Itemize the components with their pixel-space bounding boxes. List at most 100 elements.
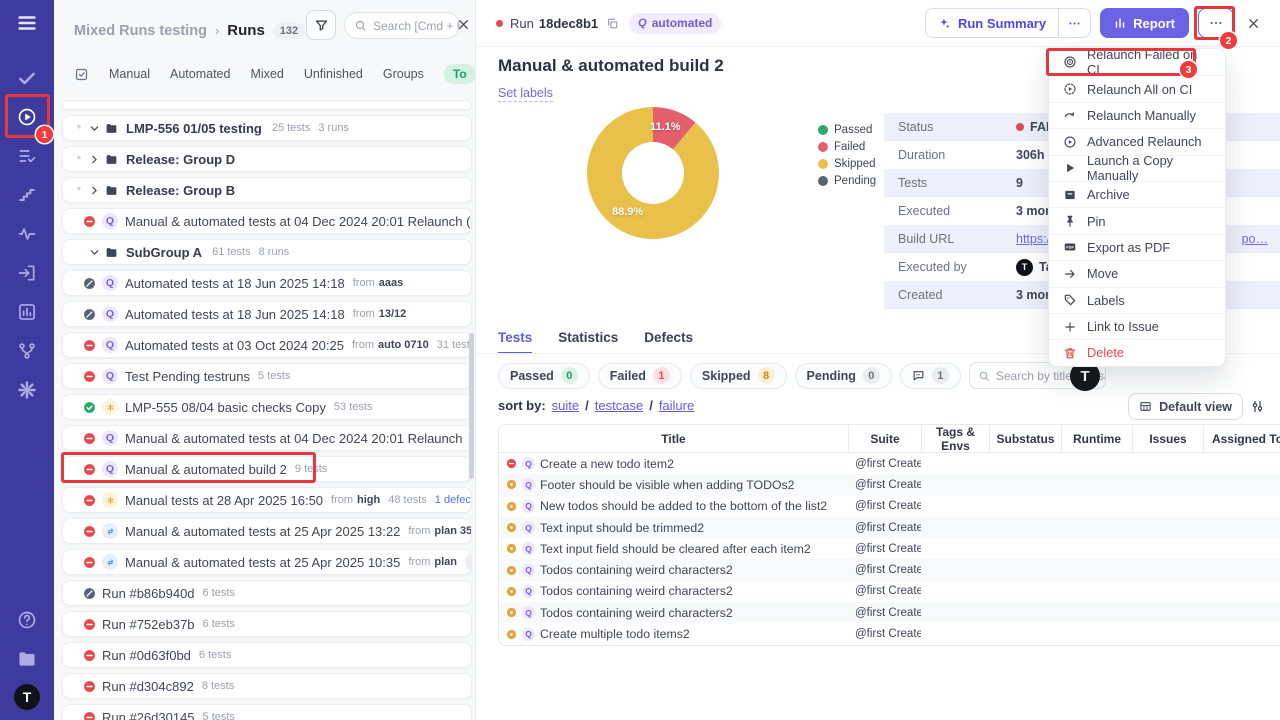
checklist-icon[interactable] <box>8 136 46 175</box>
test-row[interactable]: QText input field should be cleared afte… <box>499 538 1280 559</box>
runs-filter-tab-groups[interactable]: Groups <box>383 67 424 81</box>
sort-by-testcase[interactable]: testcase <box>595 398 643 413</box>
run-row[interactable]: QManual & automated build 29 tests <box>62 456 472 482</box>
tests-check-icon[interactable] <box>8 58 46 97</box>
test-row[interactable]: QTodos containing weird characters2@firs… <box>499 602 1280 623</box>
breadcrumb-section[interactable]: Runs <box>227 22 265 39</box>
scrollbar[interactable] <box>469 333 474 479</box>
chevron-down-icon[interactable] <box>89 247 100 258</box>
close-icon[interactable] <box>452 13 474 35</box>
runs-play-icon[interactable] <box>8 97 46 136</box>
run-row[interactable]: Manual & automated tests at 25 Apr 2025 … <box>62 549 472 575</box>
sort-by-suite[interactable]: suite <box>552 398 579 413</box>
test-row[interactable]: QTodos containing weird characters2@firs… <box>499 581 1280 602</box>
chevron-right-icon[interactable] <box>89 154 100 165</box>
run-row[interactable]: QTest Pending testruns5 tests <box>62 363 472 389</box>
run-defects-link[interactable]: 1 defects <box>435 494 472 506</box>
filter-pill-pending[interactable]: Pending0 <box>795 363 892 389</box>
select-all-icon[interactable] <box>74 67 89 82</box>
settings-gear-icon[interactable] <box>8 370 46 409</box>
menu-item-relaunch-all-on-ci[interactable]: Relaunch All on CI <box>1049 75 1225 101</box>
run-row[interactable]: QManual & automated tests at 04 Dec 2024… <box>62 208 472 234</box>
test-row[interactable]: QText input should be trimmed2@first Cre… <box>499 517 1280 538</box>
run-row[interactable]: QManual & automated tests at 04 Dec 2024… <box>62 425 472 451</box>
automated-badge[interactable]: Q automated <box>629 13 721 34</box>
column-header-tags[interactable]: Tags & Envs <box>921 425 989 452</box>
menu-item-relaunch-manually[interactable]: Relaunch Manually <box>1049 102 1225 128</box>
tab-defects[interactable]: Defects <box>644 330 693 354</box>
test-row[interactable]: QTodos containing weird characters2@firs… <box>499 559 1280 580</box>
comments-pill[interactable]: 1 <box>900 363 961 389</box>
run-row[interactable]: Run #0d63f0bd6 tests <box>62 642 472 668</box>
analytics-icon[interactable] <box>8 292 46 331</box>
set-labels-link[interactable]: Set labels <box>498 86 553 102</box>
menu-item-labels[interactable]: Labels <box>1049 287 1225 313</box>
column-header-title[interactable]: Title <box>499 425 848 452</box>
build-url-link-end[interactable]: po… <box>1242 232 1280 246</box>
copy-icon[interactable] <box>606 17 619 30</box>
column-header-iss[interactable]: Issues <box>1132 425 1203 452</box>
sort-by-failure[interactable]: failure <box>659 398 694 413</box>
runs-filter-tab-automated[interactable]: Automated <box>170 67 230 81</box>
run-summary-more-button[interactable] <box>1058 9 1090 37</box>
run-row[interactable]: Run #752eb37b6 tests <box>62 611 472 637</box>
report-button[interactable]: Report <box>1100 8 1189 38</box>
column-header-sub[interactable]: Substatus <box>989 425 1061 452</box>
run-row[interactable]: Run #d304c8928 tests <box>62 673 472 699</box>
signin-icon[interactable] <box>8 253 46 292</box>
test-row[interactable]: QNew todos should be added to the bottom… <box>499 496 1280 517</box>
chevron-down-icon[interactable] <box>89 123 100 134</box>
run-summary-button[interactable]: Run Summary <box>925 8 1091 38</box>
sliders-icon[interactable] <box>1250 399 1266 415</box>
user-avatar[interactable]: T <box>14 684 40 710</box>
tab-tests[interactable]: Tests <box>498 330 532 354</box>
run-row[interactable]: QAutomated tests at 03 Oct 2024 20:25fro… <box>62 332 472 358</box>
menu-item-relaunch-failed-on-ci[interactable]: Relaunch Failed on CI <box>1049 49 1225 75</box>
runs-filter-tab-highlighted[interactable]: To <box>444 64 475 84</box>
menu-item-pin[interactable]: Pin <box>1049 207 1225 233</box>
group-row[interactable]: LMP-556 01/05 testing25 tests3 runs <box>62 115 472 141</box>
run-row[interactable]: QAutomated tests at 18 Jun 2025 14:18fro… <box>62 270 472 296</box>
column-header-run[interactable]: Runtime <box>1061 425 1132 452</box>
run-row[interactable]: LMP-555 08/04 basic checks Copy53 tests <box>62 394 472 420</box>
menu-item-link-to-issue[interactable]: Link to Issue <box>1049 313 1225 339</box>
close-icon[interactable] <box>1247 17 1260 30</box>
filter-button[interactable] <box>306 10 336 40</box>
steps-icon[interactable] <box>8 175 46 214</box>
test-row[interactable]: QCreate a new todo item2@first Create ..… <box>499 453 1280 474</box>
group-row[interactable]: SubGroup A61 tests8 runs <box>62 239 472 265</box>
column-header-suite[interactable]: Suite <box>848 425 921 452</box>
tab-statistics[interactable]: Statistics <box>558 330 618 354</box>
run-row[interactable]: Run #26d301455 tests <box>62 704 472 720</box>
column-header-ass[interactable]: Assigned To <box>1203 425 1280 452</box>
menu-item-move[interactable]: Move <box>1049 260 1225 286</box>
menu-item-export-as-pdf[interactable]: PDFExport as PDF <box>1049 234 1225 260</box>
run-row[interactable]: QAutomated tests at 18 Jun 2025 14:18fro… <box>62 301 472 327</box>
chevron-right-icon[interactable] <box>89 185 100 196</box>
menu-item-archive[interactable]: Archive <box>1049 181 1225 207</box>
pulse-icon[interactable] <box>8 214 46 253</box>
menu-item-launch-a-copy-manually[interactable]: Launch a Copy Manually <box>1049 155 1225 181</box>
run-row[interactable]: Run #b86b940d6 tests <box>62 580 472 606</box>
filter-pill-passed[interactable]: Passed0 <box>498 363 590 389</box>
breadcrumb-project[interactable]: Mixed Runs testing <box>74 23 207 39</box>
menu-icon[interactable] <box>16 12 38 34</box>
help-icon[interactable] <box>8 600 46 639</box>
test-row[interactable]: QFooter should be visible when adding TO… <box>499 474 1280 495</box>
test-row[interactable]: QCreate multiple todo items2@first Creat… <box>499 623 1280 644</box>
group-row[interactable]: Release: Group B <box>62 177 472 203</box>
filter-pill-skipped[interactable]: Skipped8 <box>690 363 787 389</box>
branch-icon[interactable] <box>8 331 46 370</box>
folder-icon[interactable] <box>8 639 46 678</box>
menu-item-delete[interactable]: Delete <box>1049 339 1225 365</box>
default-view-button[interactable]: Default view <box>1128 393 1243 420</box>
run-row[interactable]: Manual tests at 28 Apr 2025 16:50fromhig… <box>62 487 472 513</box>
group-row[interactable]: Release: Group D <box>62 146 472 172</box>
filter-pill-failed[interactable]: Failed1 <box>598 363 682 389</box>
more-actions-button[interactable] <box>1198 8 1234 38</box>
runs-filter-tab-manual[interactable]: Manual <box>109 67 150 81</box>
search-input[interactable]: Search [Cmd + K] <box>344 12 460 39</box>
run-row[interactable]: Manual & automated tests at 25 Apr 2025 … <box>62 518 472 544</box>
menu-item-advanced-relaunch[interactable]: Advanced Relaunch <box>1049 128 1225 154</box>
runs-filter-tab-unfinished[interactable]: Unfinished <box>304 67 363 81</box>
